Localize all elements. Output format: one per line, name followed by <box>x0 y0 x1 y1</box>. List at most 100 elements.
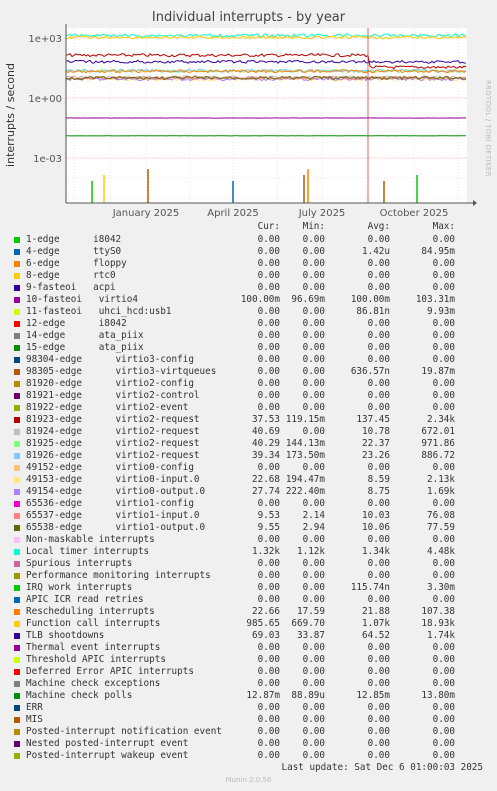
value-avg: 0.00 <box>367 318 390 329</box>
legend-swatch <box>14 405 20 411</box>
legend-row: Thermal event interrupts 0.00 0.00 0.00 0.00 <box>0 642 497 654</box>
value-max: 2.34k <box>427 414 455 425</box>
legend-swatch <box>14 753 20 759</box>
value-avg: 0.00 <box>367 402 390 413</box>
value-min: 669.70 <box>291 618 325 629</box>
value-avg: 22.37 <box>362 438 390 449</box>
legend-row: Deferred Error APIC interrupts 0.00 0.00 0.… <box>0 666 497 678</box>
value-avg: 0.00 <box>367 666 390 677</box>
series-name: Nested posted-interrupt event <box>26 738 189 749</box>
value-avg: 1.42u <box>362 246 390 257</box>
legend-swatch <box>14 573 20 579</box>
value-min: 0.00 <box>302 678 325 689</box>
series-name: 4-edge ttyS0 <box>26 246 122 257</box>
value-max: 1.74k <box>427 630 455 641</box>
value-max: 886.72 <box>421 450 455 461</box>
value-min: 0.00 <box>302 270 325 281</box>
value-avg: 0.00 <box>367 390 390 401</box>
value-max: 0.00 <box>432 498 455 509</box>
series-name: 98305-edge virtio3-virtqueues <box>26 366 217 377</box>
legend-row: 1-edge i8042 0.00 0.00 0.00 0.00 <box>0 234 497 246</box>
value-avg: 0.00 <box>367 654 390 665</box>
legend-row: Nested posted-interrupt event 0.00 0.00 0.0… <box>0 738 497 750</box>
legend-swatch <box>14 741 20 747</box>
value-min: 0.00 <box>302 582 325 593</box>
legend-row: Spurious interrupts 0.00 0.00 0.00 0.00 <box>0 558 497 570</box>
value-avg: 0.00 <box>367 354 390 365</box>
column-header: Avg: <box>367 221 390 232</box>
y-tick-label: 1e-03 <box>33 154 62 165</box>
value-min: 0.00 <box>302 306 325 317</box>
legend-row: Posted-interrupt notification event 0.00 0… <box>0 726 497 738</box>
value-max: 0.00 <box>432 726 455 737</box>
legend-swatch <box>14 273 20 279</box>
value-avg: 0.00 <box>367 750 390 761</box>
legend-row: 81920-edge virtio2-config 0.00 0.00 0.00 0.0… <box>0 378 497 390</box>
legend-row: 4-edge ttyS0 0.00 0.00 1.42u 84.95m <box>0 246 497 258</box>
legend-swatch <box>14 621 20 627</box>
value-avg: 10.06 <box>362 522 390 533</box>
legend-row: 6-edge floppy 0.00 0.00 0.00 0.00 <box>0 258 497 270</box>
series-name: APIC ICR read retries <box>26 594 144 605</box>
legend-swatch <box>14 717 20 723</box>
legend-swatch <box>14 645 20 651</box>
value-max: 672.01 <box>421 426 455 437</box>
value-max: 0.00 <box>432 270 455 281</box>
series-name: 10-fasteoi virtio4 <box>26 294 138 305</box>
series-name: 81924-edge virtio2-request <box>26 426 200 437</box>
value-max: 0.00 <box>432 654 455 665</box>
value-max: 0.00 <box>432 402 455 413</box>
series-name: 14-edge ata_piix <box>26 330 144 341</box>
legend-swatch <box>14 537 20 543</box>
series-name: ERR <box>26 702 43 713</box>
series-name: Local timer interrupts <box>26 546 150 557</box>
value-min: 173.50m <box>285 450 325 461</box>
y-tick-label: 1e+00 <box>28 94 62 105</box>
y-axis-label: interrupts / second <box>4 63 17 167</box>
legend-row: Posted-interrupt wakeup event 0.00 0.00 0.0… <box>0 750 497 762</box>
chart-plot: 1e+03 1e+00 1e-03 January 2025 April 2025 Jul… <box>4 24 477 219</box>
series-name: 15-edge ata_piix <box>26 342 144 353</box>
legend-row: 81922-edge virtio2-event 0.00 0.00 0.00 0.00 <box>0 402 497 414</box>
series-name: 12-edge i8042 <box>26 318 127 329</box>
column-header: Min: <box>302 221 325 232</box>
series-name: Non-maskable interrupts <box>26 534 155 545</box>
value-min: 2.94 <box>302 522 325 533</box>
legend-row: MIS 0.00 0.00 0.00 0.00 <box>0 714 497 726</box>
series-name: 81925-edge virtio2-request <box>26 438 200 449</box>
series-name: 81922-edge virtio2-event <box>26 402 189 413</box>
series-name: IRQ work interrupts <box>26 582 133 593</box>
series-name: 81920-edge virtio2-config <box>26 378 194 389</box>
series-name: 49153-edge virtio0-input.0 <box>26 474 200 485</box>
value-max: 0.00 <box>432 318 455 329</box>
legend-row: 65536-edge virtio1-config 0.00 0.00 0.00 0.0… <box>0 498 497 510</box>
value-avg: 0.00 <box>367 738 390 749</box>
legend-row: 65538-edge virtio1-output.0 9.55 2.94 10.06… <box>0 522 497 534</box>
legend-row: 12-edge i8042 0.00 0.00 0.00 0.00 <box>0 318 497 330</box>
value-avg: 86.81n <box>356 306 390 317</box>
legend-swatch <box>14 249 20 255</box>
value-avg: 23.26 <box>362 450 390 461</box>
value-max: 971.86 <box>421 438 455 449</box>
value-min: 0.00 <box>302 594 325 605</box>
value-avg: 0.00 <box>367 378 390 389</box>
legend-row: 49152-edge virtio0-config 0.00 0.00 0.00 0.0… <box>0 462 497 474</box>
value-avg: 21.88 <box>362 606 390 617</box>
series-name: TLB shootdowns <box>26 630 105 641</box>
series-name: 81923-edge virtio2-request <box>26 414 200 425</box>
series-name: Posted-interrupt wakeup event <box>26 750 189 761</box>
value-max: 0.00 <box>432 354 455 365</box>
legend-swatch <box>14 309 20 315</box>
legend-swatch <box>14 549 20 555</box>
value-max: 2.13k <box>427 474 455 485</box>
value-min: 144.13m <box>285 438 325 449</box>
value-avg: 1.34k <box>362 546 390 557</box>
value-avg: 137.45 <box>356 414 390 425</box>
value-min: 2.14 <box>302 510 325 521</box>
legend-row: 81923-edge virtio2-request 37.53 119.15m 13… <box>0 414 497 426</box>
value-min: 0.00 <box>302 354 325 365</box>
legend-row: 65537-edge virtio1-input.0 9.53 2.14 10.03 7… <box>0 510 497 522</box>
value-min: 0.00 <box>302 702 325 713</box>
legend-swatch <box>14 669 20 675</box>
legend-row: Local timer interrupts 1.32k 1.12k 1.34k 4.4… <box>0 546 497 558</box>
